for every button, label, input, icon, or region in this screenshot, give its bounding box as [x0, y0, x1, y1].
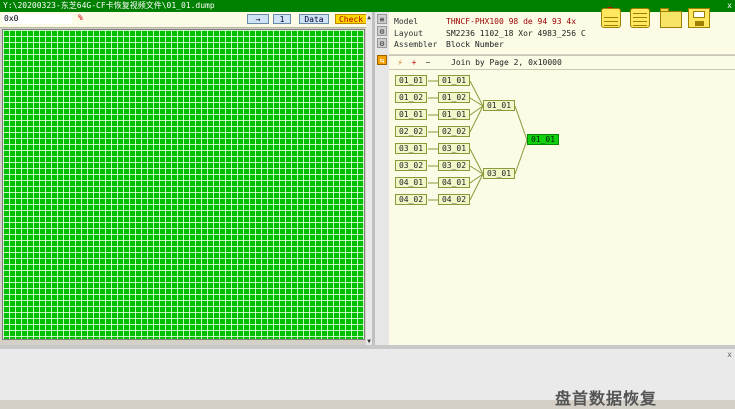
model-label: Model: [394, 17, 419, 26]
right-node[interactable]: 01_01: [438, 75, 470, 86]
mid-node[interactable]: 01_01: [483, 100, 515, 111]
plus-icon[interactable]: +: [409, 56, 419, 69]
left-node[interactable]: 01_01: [395, 75, 427, 86]
right-node[interactable]: 03_01: [438, 143, 470, 154]
address-input[interactable]: 0x0: [2, 14, 72, 24]
gear-icon[interactable]: ⚙: [377, 38, 387, 48]
info-panel: Model THNCF-PHX100 98 de 94 93 4x Layout…: [389, 12, 735, 54]
link-icon[interactable]: ⇆: [377, 55, 387, 65]
percent-label: %: [78, 13, 83, 22]
left-node[interactable]: 01_01: [395, 109, 427, 120]
block-map-grid[interactable]: [2, 29, 365, 340]
left-node[interactable]: 01_02: [395, 92, 427, 103]
left-node[interactable]: 02_02: [395, 126, 427, 137]
right-node[interactable]: 02_02: [438, 126, 470, 137]
right-node[interactable]: 04_02: [438, 194, 470, 205]
model-value: THNCF-PHX100 98 de 94 93 4x: [446, 17, 577, 26]
left-node[interactable]: 04_01: [395, 177, 427, 188]
title-bar: Y:\20200323-东芝64G-CF卡恢复视频文件\01_01.dump x: [0, 0, 735, 12]
close-icon[interactable]: x: [727, 0, 732, 12]
right-node[interactable]: 01_01: [438, 109, 470, 120]
join-title: Join by Page 2, 0x10000: [451, 58, 562, 67]
left-node[interactable]: 04_02: [395, 194, 427, 205]
layout-label: Layout: [394, 29, 423, 38]
check-button[interactable]: Check: [335, 14, 367, 24]
goto-arrow-button[interactable]: →: [247, 14, 269, 24]
mid-node[interactable]: 03_01: [483, 168, 515, 179]
folder-icon[interactable]: [660, 8, 682, 28]
right-node[interactable]: 01_02: [438, 92, 470, 103]
database-icon[interactable]: [630, 8, 650, 28]
final-node[interactable]: 01_01: [527, 134, 559, 145]
assembly-diagram: 01_01 01_02 01_01 02_02 03_01 03_02 04_0…: [389, 70, 735, 345]
window-title: Y:\20200323-东芝64G-CF卡恢复视频文件\01_01.dump: [3, 1, 215, 10]
watermark-text: 盘首数据恢复: [555, 389, 658, 408]
settings-icon[interactable]: ⚙: [377, 26, 387, 36]
menu-icon[interactable]: ≡: [377, 14, 387, 24]
database-load-icon[interactable]: [601, 8, 621, 28]
log-panel: x 盘首数据恢复: [0, 349, 735, 408]
assembler-label: Assembler: [394, 40, 438, 49]
right-node[interactable]: 04_01: [438, 177, 470, 188]
lightning-icon[interactable]: ⚡: [395, 56, 405, 69]
page-number-field[interactable]: 1: [273, 14, 291, 24]
close-icon[interactable]: x: [727, 350, 732, 359]
save-disk-icon[interactable]: [688, 8, 710, 28]
data-button[interactable]: Data: [299, 14, 329, 24]
left-node[interactable]: 03_01: [395, 143, 427, 154]
layout-value: SM2236 1102_18 Xor 4983_256 C: [446, 29, 586, 38]
right-node[interactable]: 03_02: [438, 160, 470, 171]
side-toolbar: ≡ ⚙ ⚙ ⇆: [375, 12, 389, 345]
hex-toolbar: 0x0 % → 1 Data Check: [0, 12, 372, 28]
left-node[interactable]: 03_02: [395, 160, 427, 171]
minus-icon[interactable]: −: [423, 56, 433, 69]
assembler-value: Block Number: [446, 40, 504, 49]
join-bar: ⚡ + − Join by Page 2, 0x10000: [389, 55, 735, 70]
